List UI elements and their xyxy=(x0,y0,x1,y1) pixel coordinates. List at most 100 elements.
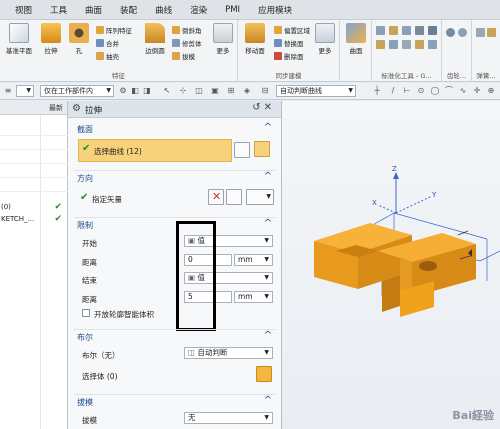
menu-view[interactable]: 视图 xyxy=(6,4,41,16)
snap-icon[interactable]: ⊹ xyxy=(178,86,188,96)
deselect-icon[interactable]: ◨ xyxy=(142,86,152,96)
offset-region-icon xyxy=(274,26,282,34)
divider xyxy=(0,163,68,164)
snap-mid-icon[interactable]: ⊢ xyxy=(402,86,412,96)
offset-region-button[interactable]: 偏置区域 xyxy=(274,25,310,35)
menu-curve[interactable]: 曲线 xyxy=(146,4,181,16)
snap6-icon[interactable]: ⊟ xyxy=(260,86,270,96)
sync-more-button[interactable]: 更多 xyxy=(310,23,340,55)
pointer-icon[interactable]: ↖ xyxy=(162,86,172,96)
pattern-feature-button[interactable]: 阵列特征 xyxy=(96,25,132,35)
gear-icon[interactable]: ⚙ xyxy=(72,103,81,114)
feature-more-button[interactable]: 更多 xyxy=(208,23,238,55)
end-unit-select[interactable]: mm ▼ xyxy=(234,291,273,303)
chamfer-button[interactable]: 倒斜角 xyxy=(172,25,202,35)
vector-dialog-icon[interactable] xyxy=(226,189,242,205)
extrude-button[interactable]: 拉伸 xyxy=(36,23,66,55)
spring-icon[interactable] xyxy=(476,28,485,37)
snap-center-icon[interactable]: ⊙ xyxy=(416,86,426,96)
snap-grid-icon[interactable]: ✛ xyxy=(472,86,482,96)
curve-rule-combo[interactable]: 自动判断曲线 ▼ xyxy=(276,85,356,97)
chevron-up-icon[interactable]: ^ xyxy=(264,171,272,182)
surface-group: 曲面 xyxy=(340,20,372,82)
replace-face-button[interactable]: 替换面 xyxy=(274,38,304,48)
tool-icon-1[interactable] xyxy=(376,26,385,35)
sketch-section-icon[interactable] xyxy=(234,142,250,158)
tool-icon-7[interactable] xyxy=(389,40,398,49)
menu-render[interactable]: 渲染 xyxy=(181,4,216,16)
end-distance-label: 距离 xyxy=(82,295,97,304)
navigator-row[interactable]: (0) ✔ xyxy=(0,202,68,214)
surface-label: 曲面 xyxy=(349,47,363,55)
edge-blend-button[interactable]: 边倒圆 xyxy=(140,23,170,55)
draft-button[interactable]: 拔模 xyxy=(172,51,195,61)
chevron-up-icon[interactable]: ^ xyxy=(264,330,272,341)
gear2-icon[interactable] xyxy=(458,28,467,37)
scope-filter-combo[interactable]: 仅在工作部件内 ▼ xyxy=(40,85,114,97)
menu-assembly[interactable]: 装配 xyxy=(111,4,146,16)
spring2-icon[interactable] xyxy=(487,28,496,37)
curve-section-icon[interactable] xyxy=(254,141,270,157)
snap3-icon[interactable]: ▣ xyxy=(210,86,220,96)
shell-button[interactable]: 抽壳 xyxy=(96,51,119,61)
boolean-select[interactable]: ◫ 自动判断 ▼ xyxy=(184,347,273,359)
open-profile-checkbox[interactable] xyxy=(82,309,90,317)
limits-header[interactable]: 限制 ^ xyxy=(74,217,276,230)
delete-face-button[interactable]: 删除面 xyxy=(274,51,304,61)
snap-point-icon[interactable]: ┼ xyxy=(372,86,382,96)
draft-select[interactable]: 无 ▼ xyxy=(184,412,273,424)
chevron-up-icon[interactable]: ^ xyxy=(264,218,272,229)
type-filter-combo[interactable]: ▼ xyxy=(16,85,34,97)
chevron-down-icon: ▼ xyxy=(264,293,269,300)
draft-header[interactable]: 拔模 ^ xyxy=(74,394,276,407)
menu-dropdown-icon[interactable]: ≡ xyxy=(3,86,13,96)
snap5-icon[interactable]: ◈ xyxy=(242,86,252,96)
feature-group-label: 特征 xyxy=(112,72,125,80)
menu-surface[interactable]: 曲面 xyxy=(76,4,111,16)
chevron-up-icon[interactable]: ^ xyxy=(264,395,272,406)
unite-button[interactable]: 合并 xyxy=(96,38,119,48)
move-face-button[interactable]: 移动面 xyxy=(240,23,270,55)
surface-button[interactable]: 曲面 xyxy=(341,23,371,55)
hole-icon xyxy=(69,23,89,43)
graphics-viewport[interactable]: Z Y X Bai経验 xyxy=(282,101,500,429)
tool-icon-3[interactable] xyxy=(402,26,411,35)
section-header[interactable]: 截面 ^ xyxy=(74,122,276,135)
tool-icon-6[interactable] xyxy=(376,40,385,49)
tool-icon-5[interactable] xyxy=(428,26,437,35)
start-unit-select[interactable]: mm ▼ xyxy=(234,254,273,266)
snap-arc-icon[interactable]: ∿ xyxy=(458,86,468,96)
snap-quadrant-icon[interactable]: ◯ xyxy=(430,86,440,96)
extrude-dialog: ⚙ 拉伸 ↺✕ 截面 ^ ✔ 选择曲线 (12) 方向 ^ ✔ 指定矢量 ✕ ▼… xyxy=(68,101,282,429)
filter-icon[interactable]: ⚙ xyxy=(118,86,128,96)
tool-icon-9[interactable] xyxy=(415,40,424,49)
direction-header[interactable]: 方向 ^ xyxy=(74,170,276,183)
navigator-row[interactable]: KETCH_... ✔ xyxy=(0,214,68,226)
snap-tangent-icon[interactable]: ⌒ xyxy=(444,86,454,96)
snap4-icon[interactable]: ⊞ xyxy=(226,86,236,96)
snap-more-icon[interactable]: ⊕ xyxy=(486,86,496,96)
reset-icon[interactable]: ↺ xyxy=(252,102,263,113)
reverse-direction-icon[interactable]: ✕ xyxy=(208,189,224,205)
select-curve-row[interactable]: ✔ 选择曲线 (12) xyxy=(78,139,232,162)
trim-body-button[interactable]: 修剪体 xyxy=(172,38,202,48)
snap-end-icon[interactable]: / xyxy=(388,86,398,96)
chevron-up-icon[interactable]: ^ xyxy=(264,122,272,133)
base-plane-button[interactable]: 基准平面 xyxy=(4,23,34,55)
tool-icon-8[interactable] xyxy=(402,40,411,49)
select-all-icon[interactable]: ◧ xyxy=(130,86,140,96)
vector-type-icon[interactable]: ▼ xyxy=(246,189,274,205)
boolean-header[interactable]: 布尔 ^ xyxy=(74,329,276,342)
close-icon[interactable]: ✕ xyxy=(264,102,275,113)
tool-icon-4[interactable] xyxy=(415,26,424,35)
tool-icon-10[interactable] xyxy=(428,40,437,49)
unite-icon xyxy=(96,39,104,47)
menu-pmi[interactable]: PMI xyxy=(216,5,249,15)
menu-tools[interactable]: 工具 xyxy=(41,4,76,16)
menu-application[interactable]: 应用模块 xyxy=(249,4,301,16)
select-body-icon[interactable] xyxy=(256,366,272,382)
hole-button[interactable]: 孔 xyxy=(64,23,94,55)
gear-icon[interactable] xyxy=(446,28,455,37)
snap2-icon[interactable]: ◫ xyxy=(194,86,204,96)
tool-icon-2[interactable] xyxy=(389,26,398,35)
